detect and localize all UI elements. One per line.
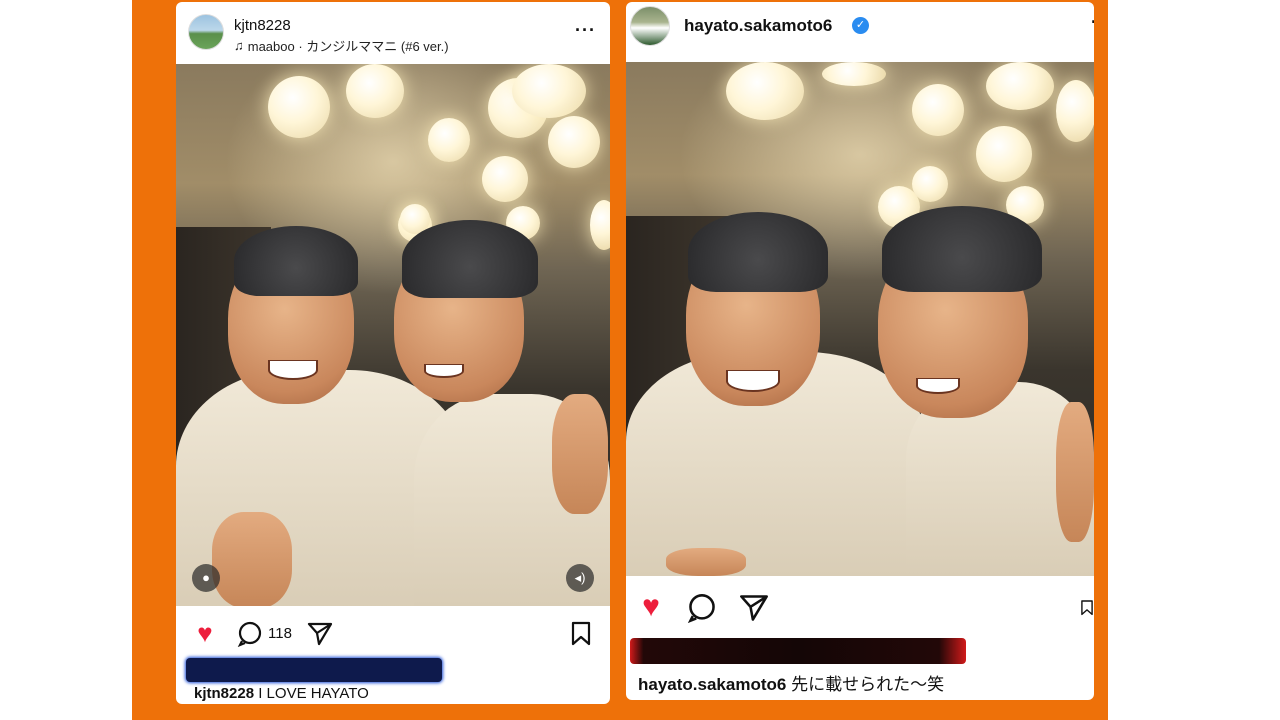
share-icon[interactable] <box>306 620 334 648</box>
right-avatar[interactable] <box>630 6 670 46</box>
left-post-photo[interactable]: ● ◂) <box>176 64 610 606</box>
smile <box>916 378 960 394</box>
light-bulb <box>976 126 1032 182</box>
redaction-bar <box>630 638 966 664</box>
like-heart-icon[interactable]: ♥ <box>190 616 220 650</box>
smile <box>424 364 464 378</box>
smile <box>726 370 780 392</box>
right-username[interactable]: hayato.sakamoto6 <box>684 16 832 36</box>
light-bulb <box>912 166 948 202</box>
light-bulb <box>428 118 470 162</box>
comment-count: 118 <box>268 625 292 642</box>
right-post-header: hayato.sakamoto6 ✓ · <box>626 2 1094 60</box>
right-post-card: hayato.sakamoto6 ✓ · <box>626 2 1094 700</box>
cap <box>882 206 1042 292</box>
light-bulb <box>548 116 600 168</box>
left-caption-username[interactable]: kjtn8228 <box>194 685 254 702</box>
redaction-bar <box>186 658 442 682</box>
left-action-bar: ♥ 118 <box>176 614 610 654</box>
like-heart-icon[interactable]: ♥ <box>634 590 668 624</box>
peace-sign-hand <box>666 548 746 576</box>
cap <box>688 212 828 292</box>
light-bulb <box>512 64 586 118</box>
left-music-line[interactable]: ♫ maaboo · カンジルママニ (#6 ver.) <box>234 36 449 55</box>
tagged-people-icon[interactable]: ● <box>192 564 220 592</box>
right-more-options-icon[interactable]: · <box>1091 12 1094 33</box>
left-caption: kjtn8228 I LOVE HAYATO <box>194 685 369 702</box>
arm <box>552 394 608 514</box>
smile <box>268 360 318 380</box>
right-action-bar: ♥ <box>626 588 1094 628</box>
left-more-options-icon[interactable]: ··· <box>575 20 596 41</box>
right-caption-text: 先に載せられた〜笑 <box>791 675 945 694</box>
music-note-icon: ♫ <box>234 38 244 53</box>
right-post-photo[interactable] <box>626 62 1094 576</box>
left-post-header: kjtn8228 ♫ maaboo · カンジルママニ (#6 ver.) ··… <box>176 2 610 60</box>
left-username[interactable]: kjtn8228 <box>234 17 291 34</box>
verified-badge-icon: ✓ <box>852 17 869 34</box>
left-music-label: maaboo · カンジルママニ (#6 ver.) <box>247 39 449 54</box>
canvas: kjtn8228 ♫ maaboo · カンジルママニ (#6 ver.) ··… <box>0 0 1280 720</box>
light-bulb <box>482 156 528 202</box>
bookmark-icon[interactable] <box>568 620 594 648</box>
cap <box>234 226 358 296</box>
left-avatar[interactable] <box>188 14 224 50</box>
share-icon[interactable] <box>738 592 770 624</box>
light-bulb <box>986 62 1054 110</box>
right-caption: hayato.sakamoto6 先に載せられた〜笑 <box>638 670 944 695</box>
comment-icon[interactable] <box>236 620 264 648</box>
comment-icon[interactable] <box>686 592 718 624</box>
light-bulb <box>346 64 404 118</box>
light-bulb <box>912 84 964 136</box>
light-bulb <box>726 62 804 120</box>
arm <box>1056 402 1094 542</box>
left-post-card: kjtn8228 ♫ maaboo · カンジルママニ (#6 ver.) ··… <box>176 2 610 704</box>
light-bulb <box>1056 80 1094 142</box>
peace-sign-hand <box>212 512 292 606</box>
bookmark-icon[interactable] <box>1080 592 1094 624</box>
sound-icon[interactable]: ◂) <box>566 564 594 592</box>
cap <box>402 220 538 298</box>
left-caption-text: I LOVE HAYATO <box>258 685 369 702</box>
right-caption-username[interactable]: hayato.sakamoto6 <box>638 675 786 694</box>
light-bulb <box>822 62 886 86</box>
light-bulb <box>268 76 330 138</box>
